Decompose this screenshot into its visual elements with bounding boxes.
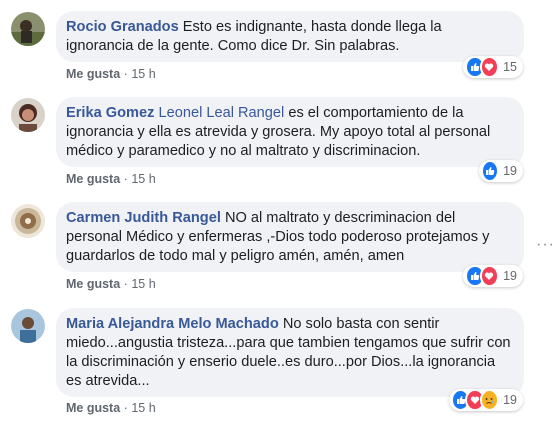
avatar[interactable] [11,204,45,238]
like-icon [481,160,500,182]
comment-author[interactable]: Carmen Judith Rangel [66,210,221,226]
reaction-summary[interactable]: 19 [479,160,523,182]
avatar[interactable] [11,309,45,343]
timestamp[interactable]: 15 h [131,172,155,186]
reaction-summary[interactable]: 19 [449,389,523,411]
timestamp[interactable]: 15 h [131,67,155,81]
sad-icon [479,389,500,411]
separator: · [123,67,128,81]
like-link[interactable]: Me gusta [66,277,120,291]
comment-bubble: Carmen Judith Rangel NO al maltrato y de… [56,202,524,272]
more-options-icon[interactable]: ··· [536,236,555,254]
comment-author[interactable]: Maria Alejandra Melo Machado [66,316,279,332]
reaction-count: 19 [503,269,517,283]
avatar[interactable] [11,12,45,46]
comment-actions: Me gusta · 15 h [66,401,156,415]
comment-bubble: Erika Gomez Leonel Leal Rangel es el com… [56,97,524,167]
reaction-count: 15 [503,60,517,74]
timestamp[interactable]: 15 h [131,277,155,291]
comment-actions: Me gusta · 15 h [66,172,156,186]
love-icon [479,265,500,287]
reaction-summary[interactable]: 19 [463,265,523,287]
like-link[interactable]: Me gusta [66,401,120,415]
mention-link[interactable]: Leonel Leal Rangel [158,105,284,121]
like-link[interactable]: Me gusta [66,67,120,81]
avatar[interactable] [11,98,45,132]
like-link[interactable]: Me gusta [66,172,120,186]
separator: · [123,172,128,186]
reaction-count: 19 [503,164,517,178]
comment-bubble: Maria Alejandra Melo Machado No solo bas… [56,308,524,397]
comment-author[interactable]: Rocio Granados [66,19,179,35]
separator: · [123,401,128,415]
reaction-summary[interactable]: 15 [463,56,523,78]
comment-bubble: Rocio Granados Esto es indignante, hasta… [56,11,524,62]
comment-actions: Me gusta · 15 h [66,277,156,291]
love-icon [479,56,500,78]
comment-actions: Me gusta · 15 h [66,67,156,81]
timestamp[interactable]: 15 h [131,401,155,415]
comment-author[interactable]: Erika Gomez [66,105,154,121]
separator: · [123,277,128,291]
reaction-count: 19 [503,393,517,407]
